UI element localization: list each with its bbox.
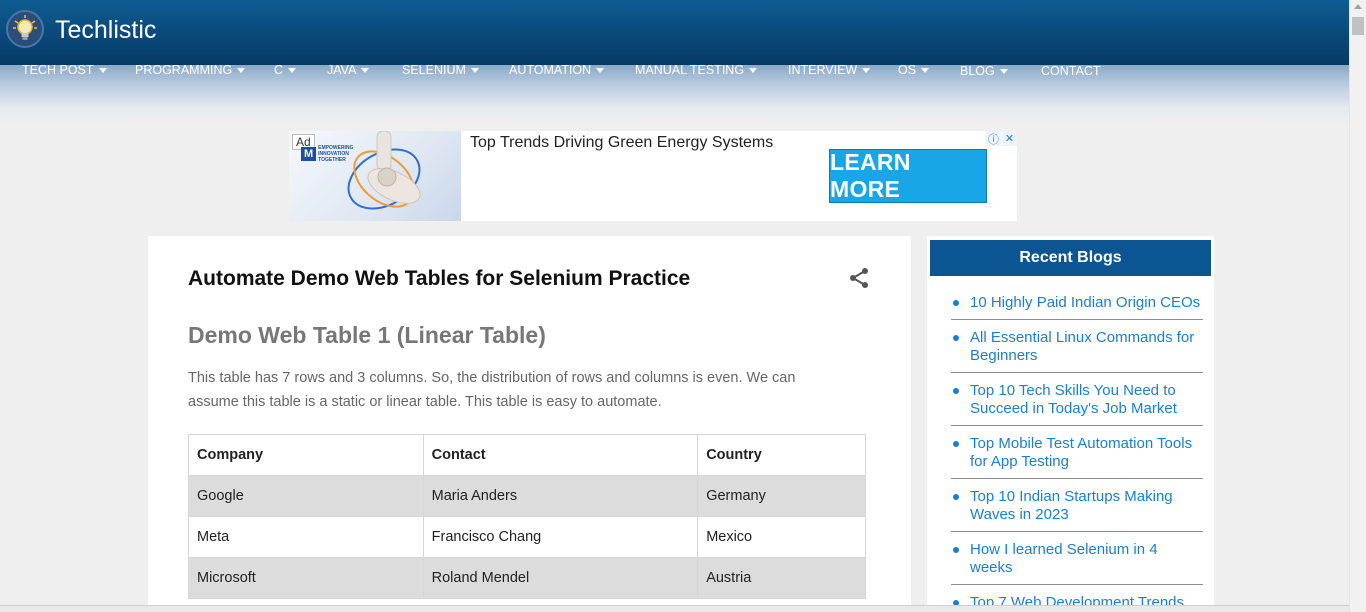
table-row: Microsoft Roland Mendel Austria [188,557,866,599]
recent-blog-link[interactable]: All Essential Linux Commands for Beginne… [951,329,1203,373]
scroll-up-arrow-icon[interactable] [1354,4,1362,9]
nav-item-c[interactable]: C [274,63,297,77]
close-icon[interactable]: ✕ [1002,131,1017,146]
post-title: Automate Demo Web Tables for Selenium Pr… [188,267,691,290]
ad-title[interactable]: Top Trends Driving Green Energy Systems [470,134,773,152]
scrollbar-thumb[interactable] [1352,17,1364,35]
nav-item-programming[interactable]: PROGRAMMING [135,63,246,77]
caret-down-icon [596,67,605,73]
caret-down-icon [470,67,479,73]
table-header-cell: Country [697,434,866,476]
caret-down-icon [98,67,107,73]
nav-item-interview[interactable]: INTERVIEW [788,63,871,77]
nav-item-tech-post[interactable]: TECH POST [22,63,107,77]
table-cell: Meta [188,516,424,558]
recent-blogs-list: 10 Highly Paid Indian Origin CEOs All Es… [951,294,1203,612]
table-row: Google Maria Anders Germany [188,475,866,517]
table-header-cell: Company [188,434,424,476]
section-heading: Demo Web Table 1 (Linear Table) [188,322,546,348]
table-cell: Roland Mendel [422,557,699,599]
table-cell: Google [188,475,424,517]
ad-brand-logo: M EMPOWERING INNOVATION TOGETHER [301,145,353,163]
post-paragraph: This table has 7 rows and 3 columns. So,… [188,370,796,410]
site-name[interactable]: Techlistic [55,16,156,45]
table-cell: Mexico [697,516,866,558]
table-header-row: Company Contact Country [188,434,866,476]
nav-item-manual-testing[interactable]: MANUAL TESTING [635,63,758,77]
nav-item-os[interactable]: OS [898,63,930,77]
recent-blog-link[interactable]: Top 10 Indian Startups Making Waves in 2… [951,488,1203,532]
caret-down-icon [237,67,246,73]
ad-controls: ⓘ ✕ [986,131,1017,147]
table-row: Meta Francisco Chang Mexico [188,516,866,558]
share-icon[interactable] [848,267,870,289]
post-card: Automate Demo Web Tables for Selenium Pr… [148,236,911,612]
recent-blog-link[interactable]: Top Mobile Test Automation Tools for App… [951,435,1203,479]
sidebar: Recent Blogs 10 Highly Paid Indian Origi… [927,236,1214,612]
caret-down-icon [862,67,871,73]
ad-banner[interactable]: Ad M EMPOWERING INNOVATION TOGETHER Top … [289,131,1017,221]
caret-down-icon [288,67,297,73]
table-cell: Germany [697,475,866,517]
ad-info-icon[interactable]: ⓘ [986,131,1001,146]
recent-blogs-heading: Recent Blogs [930,240,1211,276]
logo[interactable] [6,10,44,48]
vertical-scrollbar[interactable] [1349,0,1366,612]
recent-blog-link[interactable]: How I learned Selenium in 4 weeks [951,541,1203,585]
recent-blog-link[interactable]: Top 10 Tech Skills You Need to Succeed i… [951,382,1203,426]
caret-down-icon [921,67,930,73]
caret-down-icon [999,68,1008,74]
caret-down-icon [749,67,758,73]
nav-item-contact[interactable]: CONTACT [1041,64,1101,78]
nav-item-selenium[interactable]: SELENIUM [402,63,479,77]
demo-web-table: Company Contact Country Google Maria And… [188,434,866,599]
lightbulb-icon [13,15,37,40]
table-cell: Austria [697,557,866,599]
table-cell: Maria Anders [422,475,699,517]
site-header: Techlistic [0,0,1349,65]
recent-blog-link[interactable]: 10 Highly Paid Indian Origin CEOs [951,294,1203,320]
learn-more-button[interactable]: LEARN MORE [829,149,987,203]
caret-down-icon [361,67,370,73]
table-header-cell: Contact [422,434,699,476]
table-cell: Microsoft [188,557,424,599]
nav-item-java[interactable]: JAVA [327,63,370,77]
horizontal-scrollbar[interactable] [0,605,1349,612]
nav-item-blog[interactable]: BLOG [960,64,1008,78]
nav-item-automation[interactable]: AUTOMATION [509,63,605,77]
table-cell: Francisco Chang [422,516,699,558]
ad-image[interactable]: Ad M EMPOWERING INNOVATION TOGETHER [289,131,461,221]
